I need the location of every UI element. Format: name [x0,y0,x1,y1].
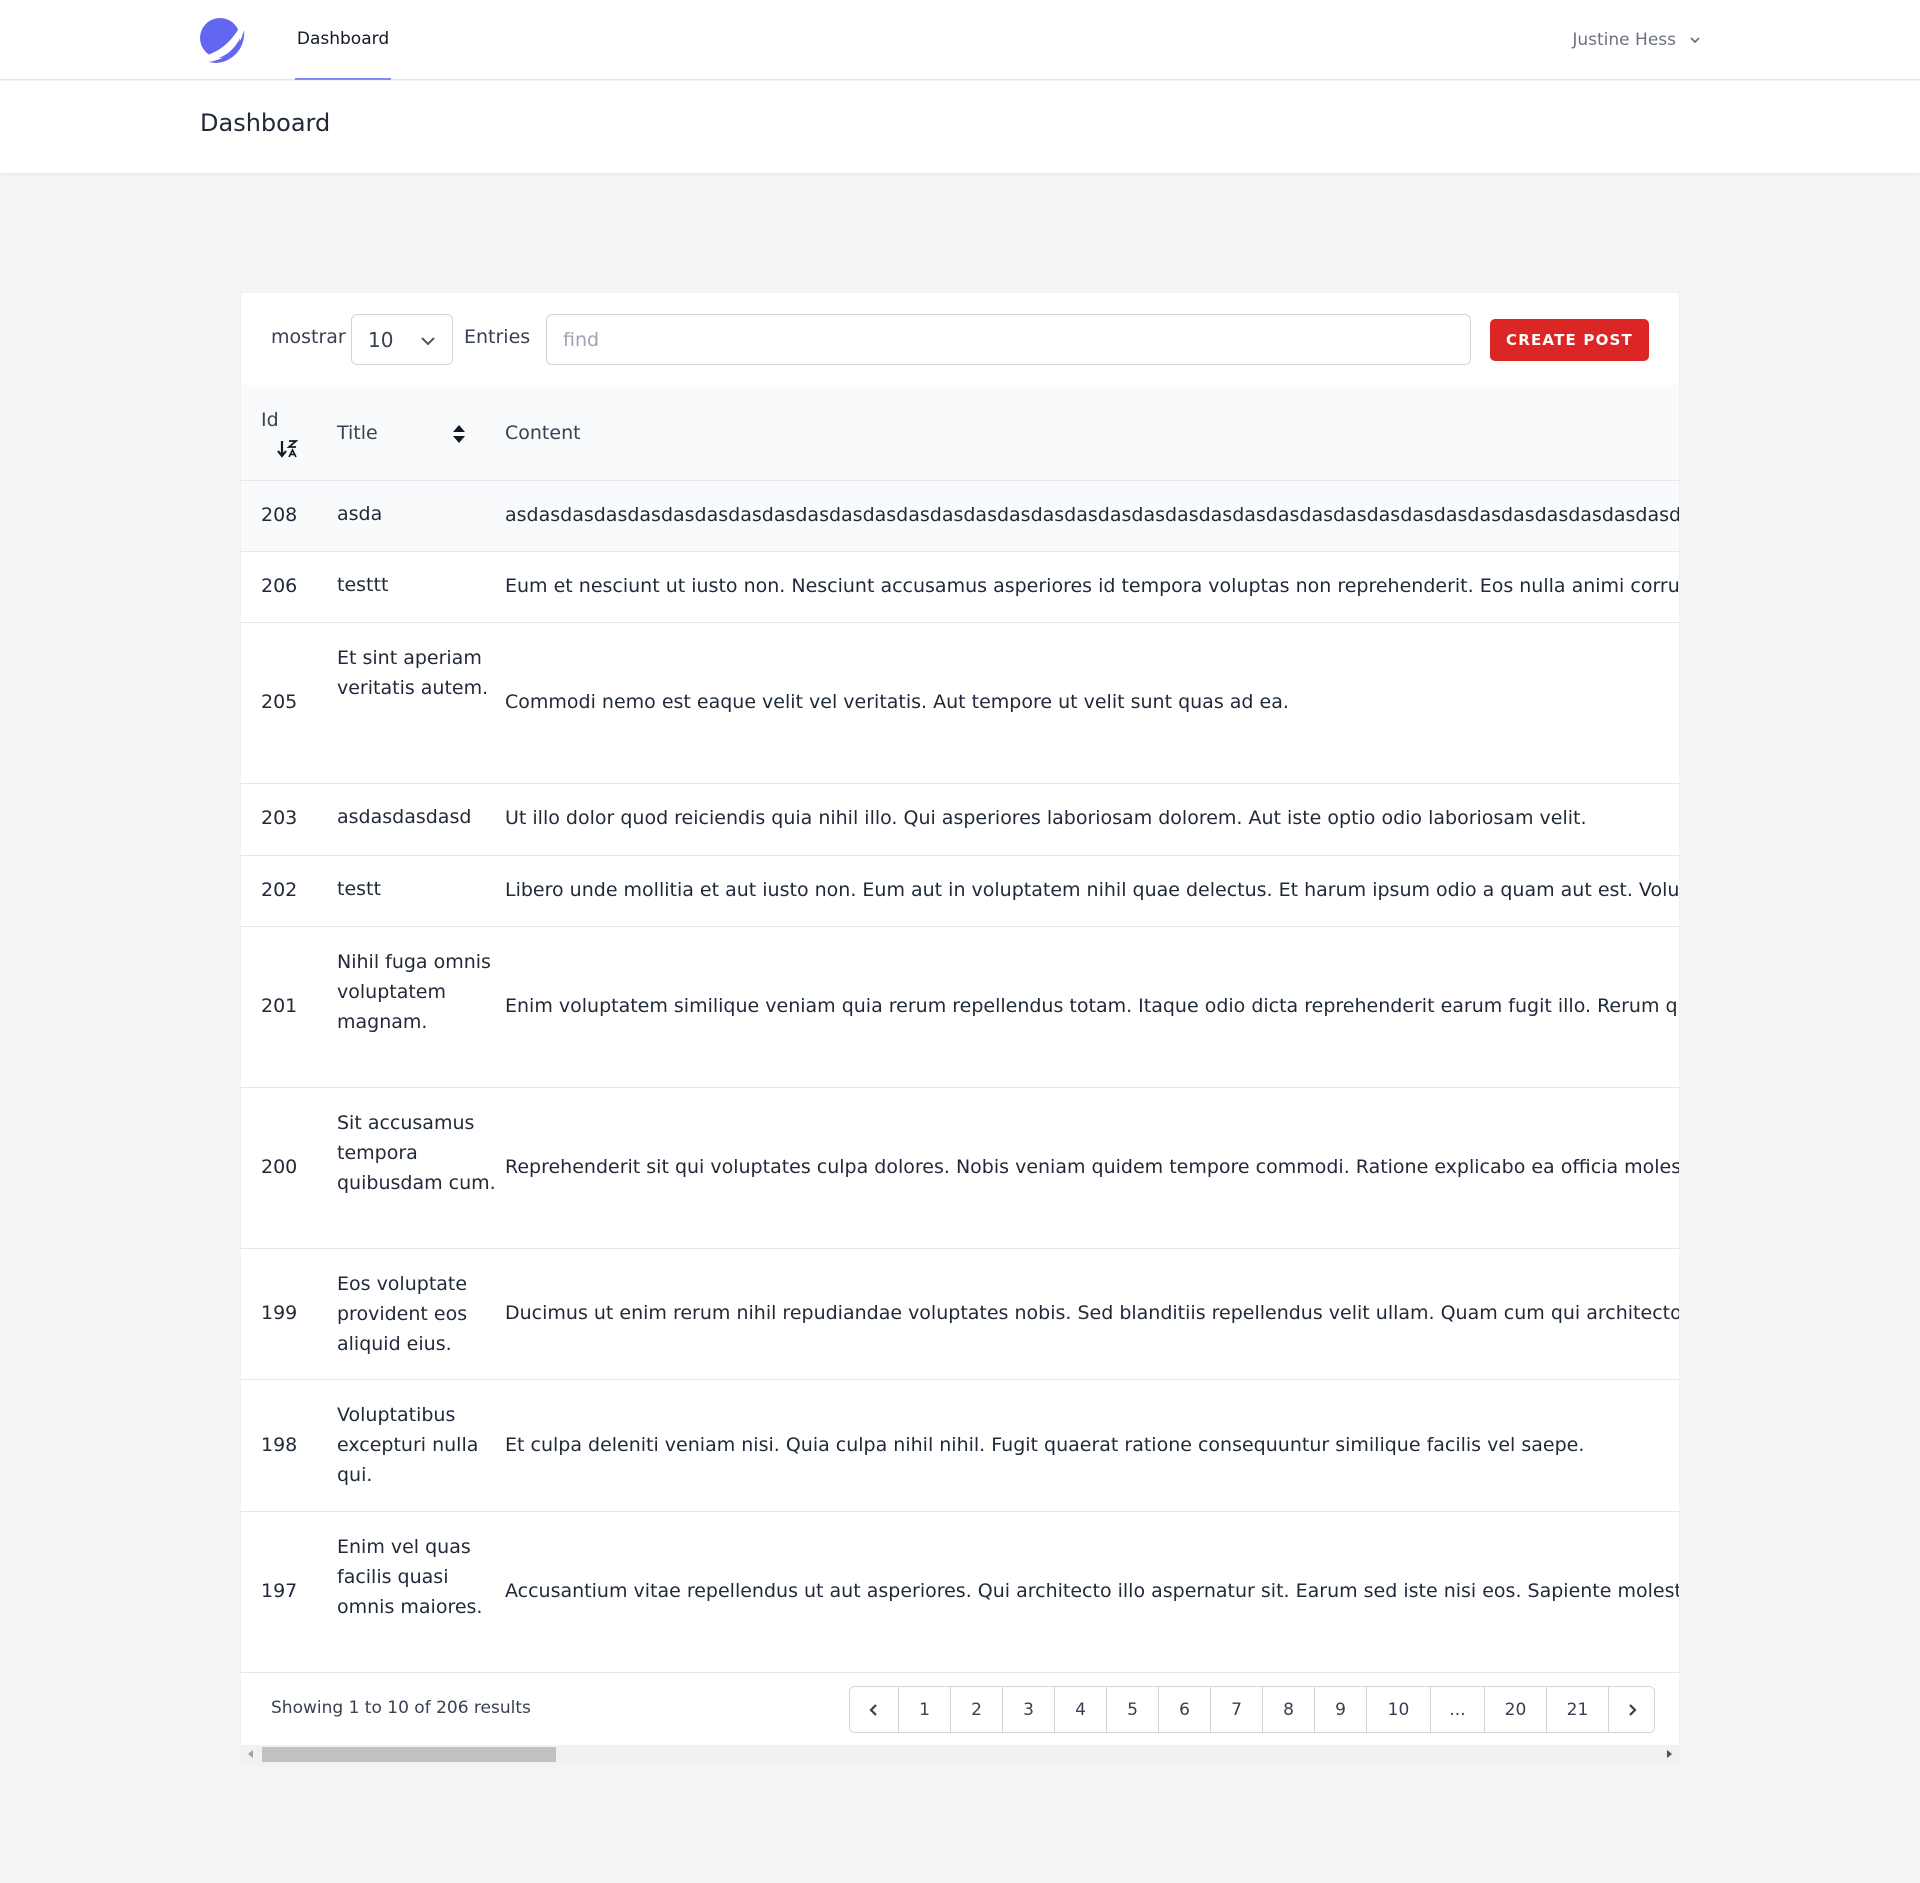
table-row[interactable]: 202 testt Libero unde mollitia et aut iu… [241,856,1679,927]
cell-title: testt [337,878,381,900]
page-ellipsis: ... [1430,1687,1484,1732]
cell-title: asdasdasdasd [337,806,472,828]
cell-id: 208 [261,504,298,526]
cell-title: Sit accusamus tempora quibusdam cum. [337,1112,496,1194]
cell-title: Et sint aperiam veritatis autem. [337,647,489,699]
cell-id: 203 [261,807,298,829]
page-button[interactable]: 20 [1484,1687,1546,1732]
cell-content: Commodi nemo est eaque velit vel veritat… [505,691,1289,713]
cell-id: 205 [261,691,298,713]
table-row[interactable]: 200 Sit accusamus tempora quibusdam cum.… [241,1088,1679,1249]
chevron-right-icon [1628,1703,1637,1716]
column-header-id[interactable]: Id [261,409,279,431]
cell-content: Libero unde mollitia et aut iusto non. E… [505,879,1679,901]
next-page-button[interactable] [1608,1687,1654,1732]
pagination: 1 2 3 4 5 6 7 8 9 10 ... 20 21 [849,1686,1655,1733]
cell-title: Eos voluptate provident eos aliquid eius… [337,1273,468,1355]
page-header: Dashboard [0,81,1920,173]
page-size-value: 10 [368,327,394,352]
create-post-button[interactable]: CREATE POST [1490,319,1649,361]
user-name: Justine Hess [1572,30,1676,50]
page-button[interactable]: 3 [1002,1687,1054,1732]
cell-id: 206 [261,575,298,597]
cell-id: 201 [261,995,298,1017]
column-header-content[interactable]: Content [505,422,581,444]
cell-id: 200 [261,1156,298,1178]
horizontal-scrollbar[interactable] [241,1745,1679,1764]
cell-title: Enim vel quas facilis quasi omnis maiore… [337,1536,483,1618]
table-toolbar: mostrar 10 Entries CREATE POST [241,293,1679,385]
cell-title: testtt [337,574,389,596]
cell-content: Accusantium vitae repellendus ut aut asp… [505,1580,1679,1602]
cell-content: Eum et nesciunt ut iusto non. Nesciunt a… [505,575,1679,597]
cell-title: asda [337,503,383,525]
sort-icon[interactable] [451,423,467,445]
table-row[interactable]: 203 asdasdasdasd Ut illo dolor quod reic… [241,784,1679,856]
chevron-down-icon [1690,37,1700,44]
scrollbar-thumb[interactable] [262,1747,556,1762]
posts-card: mostrar 10 Entries CREATE POST Id Title … [241,293,1679,1763]
chevron-down-icon [421,337,435,346]
cell-title: Voluptatibus excepturi nulla qui. [337,1404,479,1486]
page-button[interactable]: 5 [1106,1687,1158,1732]
page-button[interactable]: 2 [950,1687,1002,1732]
page-button[interactable]: 1 [898,1687,950,1732]
page-button[interactable]: 6 [1158,1687,1210,1732]
scroll-right-arrow-icon[interactable] [1667,1750,1672,1758]
cell-content: Et culpa deleniti veniam nisi. Quia culp… [505,1434,1585,1456]
cell-content: Ducimus ut enim rerum nihil repudiandae … [505,1302,1679,1324]
results-summary: Showing 1 to 10 of 206 results [271,1698,531,1718]
entries-label: Entries [464,326,531,348]
cell-content: Enim voluptatem similique veniam quia re… [505,995,1679,1017]
table-row[interactable]: 206 testtt Eum et nesciunt ut iusto non.… [241,552,1679,623]
previous-page-button[interactable] [850,1687,898,1732]
cell-id: 198 [261,1434,298,1456]
scroll-left-arrow-icon[interactable] [248,1750,253,1758]
cell-id: 202 [261,879,298,901]
table-row[interactable]: 199 Eos voluptate provident eos aliquid … [241,1249,1679,1380]
table-header: Id Title Content [241,385,1679,481]
table-row[interactable]: 201 Nihil fuga omnis voluptatem magnam. … [241,927,1679,1088]
page-button[interactable]: 8 [1262,1687,1314,1732]
chevron-left-icon [869,1703,877,1716]
cell-id: 199 [261,1302,298,1324]
nav-link-dashboard[interactable]: Dashboard [295,0,391,80]
cell-content: Reprehenderit sit qui voluptates culpa d… [505,1156,1679,1178]
search-input[interactable] [546,314,1471,365]
table-row[interactable]: 205 Et sint aperiam veritatis autem. Com… [241,623,1679,784]
table-row[interactable]: 198 Voluptatibus excepturi nulla qui. Et… [241,1380,1679,1512]
logo-icon[interactable] [198,16,246,64]
page-button[interactable]: 21 [1546,1687,1608,1732]
show-label: mostrar [271,326,346,348]
page-title: Dashboard [200,109,331,137]
table-footer: Showing 1 to 10 of 206 results 1 2 3 4 5… [241,1673,1679,1743]
page-button[interactable]: 4 [1054,1687,1106,1732]
page-button[interactable]: 9 [1314,1687,1366,1732]
cell-title: Nihil fuga omnis voluptatem magnam. [337,951,491,1033]
top-navigation: Dashboard Justine Hess [0,0,1920,80]
user-menu[interactable]: Justine Hess [1572,0,1702,80]
column-header-title[interactable]: Title [337,422,378,444]
cell-content: Ut illo dolor quod reiciendis quia nihil… [505,807,1587,829]
table-row[interactable]: 208 asda asdasdasdasdasdasdasdasdasdasda… [241,481,1679,552]
cell-id: 197 [261,1580,298,1602]
page-size-select[interactable]: 10 [351,314,453,365]
cell-content: asdasdasdasdasdasdasdasdasdasdasdasdasda… [505,504,1679,526]
page-button[interactable]: 7 [1210,1687,1262,1732]
sort-descending-icon[interactable] [277,439,299,459]
table-row[interactable]: 197 Enim vel quas facilis quasi omnis ma… [241,1512,1679,1673]
page-button[interactable]: 10 [1366,1687,1430,1732]
